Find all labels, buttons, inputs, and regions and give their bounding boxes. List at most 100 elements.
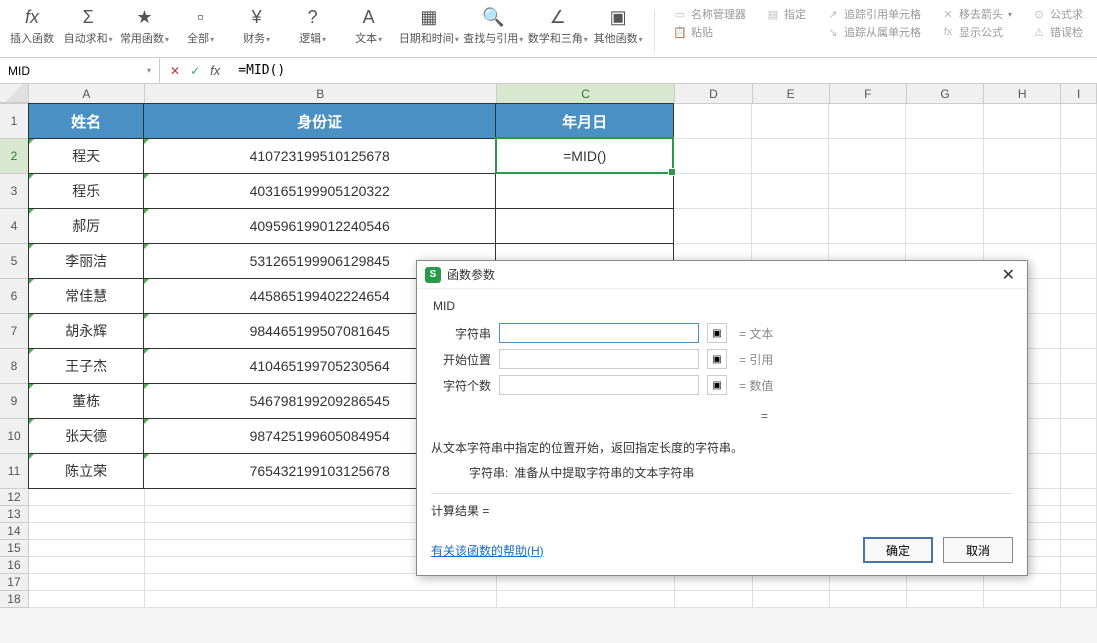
row-header-12[interactable]: 12 bbox=[0, 489, 29, 506]
cell[interactable] bbox=[1061, 523, 1097, 540]
error-check-button[interactable]: ⚠错误检 bbox=[1032, 24, 1083, 40]
dialog-titlebar[interactable]: S 函数参数 ✕ bbox=[417, 261, 1027, 289]
cell[interactable] bbox=[1061, 104, 1097, 139]
cell[interactable] bbox=[497, 591, 675, 608]
column-header-G[interactable]: G bbox=[907, 84, 984, 103]
row-header-3[interactable]: 3 bbox=[0, 174, 29, 209]
row-header-6[interactable]: 6 bbox=[0, 279, 29, 314]
insert-function-button[interactable]: fx 插入函数 bbox=[8, 4, 56, 48]
column-header-I[interactable]: I bbox=[1061, 84, 1097, 103]
cell-name[interactable]: 董栋 bbox=[28, 383, 144, 419]
cell-name[interactable]: 王子杰 bbox=[28, 348, 144, 384]
row-header-1[interactable]: 1 bbox=[0, 104, 29, 139]
confirm-formula-button[interactable]: ✓ bbox=[190, 64, 200, 78]
row-header-9[interactable]: 9 bbox=[0, 384, 29, 419]
lookup-button[interactable]: 🔍 查找与引用▾ bbox=[465, 4, 521, 48]
cancel-formula-button[interactable]: ✕ bbox=[170, 64, 180, 78]
cell-id[interactable]: 410723199510125678 bbox=[143, 138, 496, 174]
show-formula-button[interactable]: fx显示公式 bbox=[941, 24, 1012, 40]
cell[interactable] bbox=[906, 174, 983, 209]
formula-eval-button[interactable]: ⊙公式求 bbox=[1032, 6, 1083, 22]
cell[interactable] bbox=[984, 574, 1061, 591]
range-select-icon[interactable]: ▣ bbox=[707, 323, 727, 343]
cell[interactable] bbox=[753, 591, 830, 608]
cell[interactable] bbox=[1061, 557, 1097, 574]
range-select-icon[interactable]: ▣ bbox=[707, 375, 727, 395]
arg-input-2[interactable] bbox=[499, 375, 699, 395]
cell[interactable] bbox=[1061, 139, 1097, 174]
cell[interactable] bbox=[907, 574, 984, 591]
cell[interactable] bbox=[984, 591, 1061, 608]
cell[interactable] bbox=[1061, 314, 1097, 349]
text-button[interactable]: A 文本▾ bbox=[345, 4, 393, 48]
name-manager-button[interactable]: ▭名称管理器 bbox=[673, 6, 746, 22]
datetime-button[interactable]: ▦ 日期和时间▾ bbox=[401, 4, 457, 48]
cell[interactable] bbox=[1061, 244, 1097, 279]
column-header-B[interactable]: B bbox=[145, 84, 497, 103]
cell[interactable] bbox=[1061, 454, 1097, 489]
row-header-8[interactable]: 8 bbox=[0, 349, 29, 384]
cell-id[interactable]: 409596199012240546 bbox=[143, 208, 496, 244]
cell[interactable] bbox=[752, 209, 829, 244]
cell-ymd[interactable]: =MID() bbox=[495, 137, 674, 174]
cell[interactable] bbox=[29, 489, 145, 506]
cell[interactable] bbox=[984, 209, 1061, 244]
ok-button[interactable]: 确定 bbox=[863, 537, 933, 563]
cell[interactable] bbox=[1061, 209, 1097, 244]
cell[interactable] bbox=[29, 574, 145, 591]
finance-button[interactable]: ¥ 财务▾ bbox=[233, 4, 281, 48]
cell[interactable] bbox=[1061, 506, 1097, 523]
header-cell-ymd[interactable]: 年月日 bbox=[495, 103, 674, 139]
cell[interactable] bbox=[829, 174, 906, 209]
header-cell-name[interactable]: 姓名 bbox=[28, 103, 144, 139]
row-header-16[interactable]: 16 bbox=[0, 557, 29, 574]
all-functions-button[interactable]: ▫ 全部▾ bbox=[177, 4, 225, 48]
remove-arrows-button[interactable]: ✕移去箭头▾ bbox=[941, 6, 1012, 22]
autosum-button[interactable]: Σ 自动求和▾ bbox=[64, 4, 112, 48]
cell[interactable] bbox=[29, 591, 145, 608]
math-button[interactable]: ∠ 数学和三角▾ bbox=[530, 4, 586, 48]
header-cell-id[interactable]: 身份证 bbox=[143, 103, 496, 139]
cell[interactable] bbox=[752, 139, 829, 174]
cell-name[interactable]: 陈立荣 bbox=[28, 453, 144, 489]
cell[interactable] bbox=[753, 574, 830, 591]
cell[interactable] bbox=[829, 139, 906, 174]
range-select-icon[interactable]: ▣ bbox=[707, 349, 727, 369]
cell[interactable] bbox=[674, 139, 751, 174]
cell[interactable] bbox=[1061, 591, 1097, 608]
cell-name[interactable]: 胡永辉 bbox=[28, 313, 144, 349]
cell[interactable] bbox=[1061, 489, 1097, 506]
cell[interactable] bbox=[1061, 419, 1097, 454]
row-header-10[interactable]: 10 bbox=[0, 419, 29, 454]
cell-name[interactable]: 郝厉 bbox=[28, 208, 144, 244]
cell[interactable] bbox=[829, 209, 906, 244]
row-header-13[interactable]: 13 bbox=[0, 506, 29, 523]
other-button[interactable]: ▣ 其他函数▾ bbox=[594, 4, 642, 48]
name-box[interactable]: MID ▾ bbox=[0, 58, 160, 83]
column-header-A[interactable]: A bbox=[29, 84, 145, 103]
cell[interactable] bbox=[674, 104, 751, 139]
row-header-5[interactable]: 5 bbox=[0, 244, 29, 279]
cell[interactable] bbox=[29, 506, 145, 523]
column-header-E[interactable]: E bbox=[753, 84, 830, 103]
cell-name[interactable]: 常佳慧 bbox=[28, 278, 144, 314]
cell-id[interactable]: 403165199905120322 bbox=[143, 173, 496, 209]
cell[interactable] bbox=[674, 174, 751, 209]
cell[interactable] bbox=[29, 557, 145, 574]
help-link[interactable]: 有关该函数的帮助(H) bbox=[431, 542, 544, 559]
logic-button[interactable]: ? 逻辑▾ bbox=[289, 4, 337, 48]
cell-name[interactable]: 李丽洁 bbox=[28, 243, 144, 279]
cell[interactable] bbox=[906, 139, 983, 174]
cell[interactable] bbox=[907, 591, 984, 608]
trace-dependents-button[interactable]: ↘追踪从属单元格 bbox=[826, 24, 921, 40]
close-icon[interactable]: ✕ bbox=[998, 265, 1019, 285]
cell[interactable] bbox=[1061, 349, 1097, 384]
cell[interactable] bbox=[830, 591, 907, 608]
row-header-17[interactable]: 17 bbox=[0, 574, 29, 591]
cell[interactable] bbox=[1061, 384, 1097, 419]
cell[interactable] bbox=[984, 174, 1061, 209]
cell[interactable] bbox=[675, 574, 752, 591]
cell[interactable] bbox=[29, 540, 145, 557]
row-header-14[interactable]: 14 bbox=[0, 523, 29, 540]
row-header-11[interactable]: 11 bbox=[0, 454, 29, 489]
